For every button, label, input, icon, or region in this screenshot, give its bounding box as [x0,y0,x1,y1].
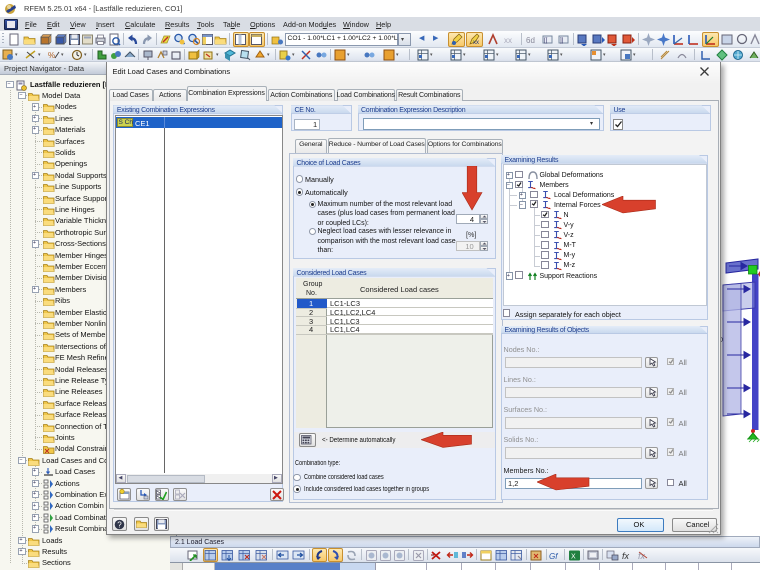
svg-text:6d: 6d [526,36,535,45]
svg-text:fx: fx [622,551,630,561]
svg-text:X: X [571,554,576,561]
svg-text:xx: xx [473,40,479,46]
svg-text:?: ? [117,520,122,529]
svg-text:[[: [[ [544,38,548,44]
svg-text:%: % [48,51,55,60]
svg-text:]]: ]] [560,38,564,44]
svg-text:xx: xx [504,36,512,45]
svg-text:Gf: Gf [549,552,558,561]
